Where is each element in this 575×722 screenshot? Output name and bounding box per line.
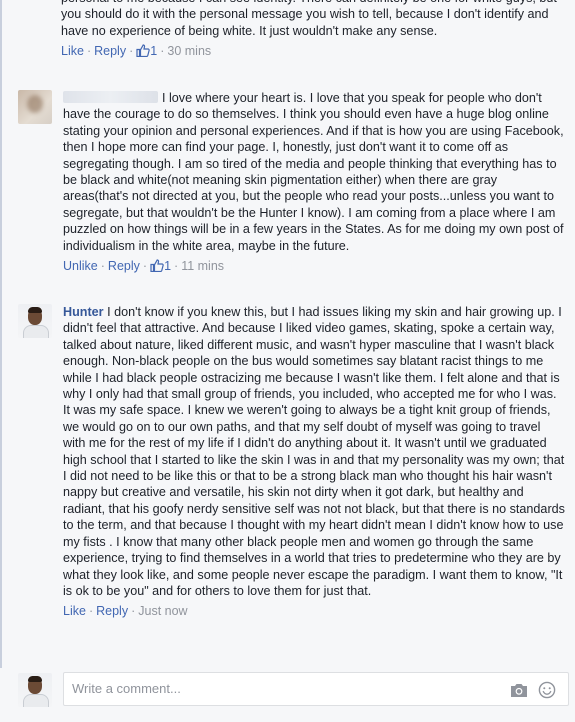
comment-text: I don't know if you knew this, but I had…: [63, 305, 565, 598]
comment-content: I love where your heart is. I love that …: [63, 90, 565, 254]
timestamp[interactable]: Just now: [138, 604, 187, 618]
reply-link[interactable]: Reply: [108, 259, 140, 273]
avatar[interactable]: [18, 304, 52, 338]
comment-content: Hunter I don't know if you knew this, bu…: [63, 304, 565, 599]
like-link[interactable]: Like: [63, 604, 86, 618]
comment-actions: Like · Reply · Just now: [63, 604, 188, 619]
comment-thread: personal to me because I can see identit…: [0, 0, 575, 722]
thumbs-up-icon[interactable]: [136, 44, 150, 58]
author-name[interactable]: Hunter: [63, 305, 104, 319]
reply-link[interactable]: Reply: [96, 604, 128, 618]
comment-composer: [18, 672, 569, 708]
comment-actions: Like · Reply · 1 · 30 mins: [61, 44, 212, 59]
timestamp[interactable]: 11 mins: [181, 259, 224, 273]
comment-input[interactable]: [64, 673, 480, 703]
comment-input-box: [63, 672, 569, 706]
comment-actions: Unlike · Reply · 1 · 11 mins: [63, 259, 225, 274]
smiley-icon[interactable]: [538, 681, 556, 699]
camera-icon[interactable]: [510, 682, 528, 698]
like-link[interactable]: Like: [61, 44, 84, 58]
author-name-redacted[interactable]: [63, 91, 158, 103]
like-count[interactable]: 1: [164, 259, 171, 273]
timestamp[interactable]: 30 mins: [167, 44, 211, 58]
avatar[interactable]: [18, 90, 52, 124]
current-user-avatar: [18, 673, 52, 707]
reply-link[interactable]: Reply: [94, 44, 126, 58]
comment-text: personal to me because I can see identit…: [61, 0, 557, 38]
thread-line: [0, 0, 2, 668]
thumbs-up-icon[interactable]: [150, 259, 164, 273]
unlike-link[interactable]: Unlike: [63, 259, 98, 273]
comment-text: I love where your heart is. I love that …: [63, 91, 564, 253]
